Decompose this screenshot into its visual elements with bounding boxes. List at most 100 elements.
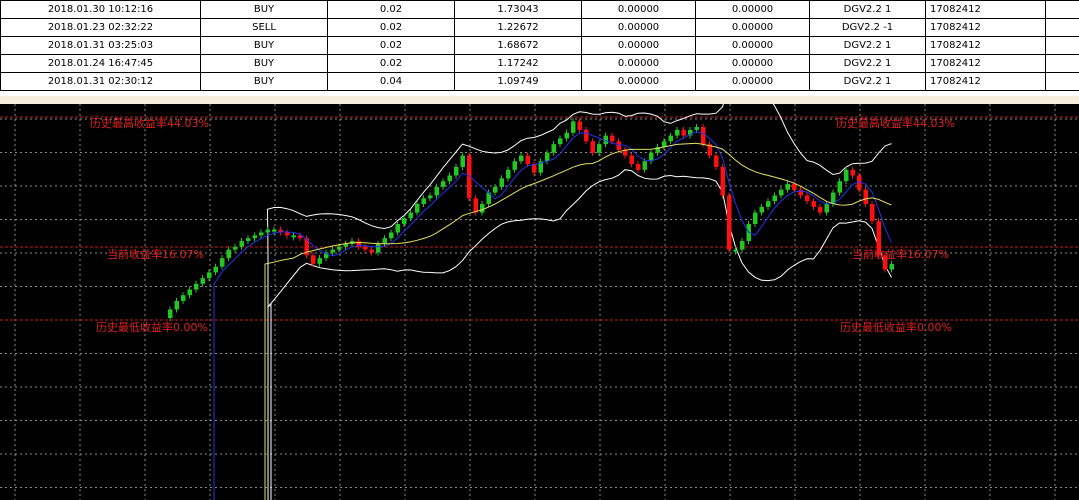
cell-sl: 0.00000	[581, 0, 696, 19]
candle-bull	[272, 229, 277, 232]
cell-comment: DGV2.2 1	[809, 72, 926, 91]
current-return-label-right: 当前收益率16.07%	[852, 247, 949, 261]
candle-bull	[337, 246, 342, 250]
candle-bull	[252, 235, 257, 239]
cell-id: 17082412	[925, 18, 1046, 37]
ma-yellow-line	[264, 142, 892, 500]
cell-type: BUY	[200, 36, 328, 55]
cell-id: 17082412	[925, 0, 1046, 19]
cell-size: 0.02	[327, 0, 455, 19]
candle-bull	[265, 229, 270, 233]
cell-price: 1.09749	[454, 72, 582, 91]
candle-bull	[441, 181, 446, 187]
candle-bear	[584, 129, 589, 142]
candle-bear	[727, 195, 732, 250]
candle-bear	[720, 166, 725, 196]
cell-tp: 0.00000	[695, 0, 810, 19]
candle-bear	[811, 201, 816, 207]
table-row[interactable]: 2018.01.31 03:25:03 BUY 0.02 1.68672 0.00000…	[0, 36, 1079, 55]
candle-bull	[395, 223, 400, 233]
candle-bear	[636, 164, 641, 170]
candle-bear	[863, 189, 868, 204]
candle-bull	[668, 135, 673, 142]
current-return-label-left: 当前收益率16.07%	[107, 247, 204, 261]
band-upper-line	[266, 104, 892, 500]
price-chart[interactable]: 历史最高收益率44.03% 历史最高收益率44.03% 当前收益率16.07% …	[0, 104, 1079, 500]
cell-comment: DGV2.2 1	[809, 54, 926, 73]
candle-bear	[714, 155, 719, 167]
candle-bull	[408, 212, 413, 219]
candle-bull	[220, 258, 225, 267]
candle-bull	[844, 169, 849, 182]
candle-bull	[766, 201, 771, 207]
candle-bear	[850, 169, 855, 176]
candle-bull	[480, 204, 485, 213]
cell-price: 1.22672	[454, 18, 582, 37]
cell-comment: DGV2.2 1	[809, 36, 926, 55]
candle-bull	[545, 152, 550, 162]
max-return-label-right: 历史最高收益率44.03%	[836, 116, 955, 130]
cell-empty	[1045, 18, 1079, 37]
cell-comment: DGV2.2 1	[809, 0, 926, 19]
candle-bull	[824, 204, 829, 213]
candle-bull	[642, 161, 647, 170]
candle-bull	[564, 132, 569, 139]
cell-sl: 0.00000	[581, 18, 696, 37]
table-row[interactable]: 2018.01.24 16:47:45 BUY 0.02 1.17242 0.00000…	[0, 54, 1079, 73]
candle-bull	[785, 184, 790, 190]
candle-bear	[818, 206, 823, 213]
candle-bull	[675, 129, 680, 136]
candle-bull	[428, 195, 433, 199]
candle-bear	[870, 204, 875, 222]
cell-type: BUY	[200, 72, 328, 91]
candle-bear	[577, 121, 582, 130]
cell-time: 2018.01.23 02:32:22	[0, 18, 201, 37]
chart-canvas[interactable]: 历史最高收益率44.03% 历史最高收益率44.03% 当前收益率16.07% …	[0, 104, 1079, 500]
candle-bull	[376, 243, 381, 253]
candle-bull	[402, 218, 407, 224]
candle-bull	[460, 155, 465, 167]
table-row[interactable]: 2018.01.30 10:12:16 BUY 0.02 1.73043 0.00000…	[0, 0, 1079, 19]
candle-bull	[753, 212, 758, 224]
cell-empty	[1045, 54, 1079, 73]
cell-id: 17082412	[925, 36, 1046, 55]
candle-bull	[421, 198, 426, 204]
cell-size: 0.02	[327, 18, 455, 37]
candle-bull	[597, 144, 602, 153]
candle-bull	[174, 300, 179, 310]
candle-bear	[805, 195, 810, 202]
cell-type: BUY	[200, 54, 328, 73]
candle-bull	[181, 295, 186, 301]
candle-bull	[200, 278, 205, 284]
table-row[interactable]: 2018.01.31 02:30:12 BUY 0.04 1.09749 0.00000…	[0, 72, 1079, 91]
candle-bull	[512, 161, 517, 170]
candle-bear	[311, 255, 316, 264]
candle-bull	[207, 272, 212, 279]
cell-type: SELL	[200, 18, 328, 37]
candle-bull	[889, 263, 894, 270]
cell-comment: DGV2.2 -1	[809, 18, 926, 37]
return-level-labels: 历史最高收益率44.03% 历史最高收益率44.03% 当前收益率16.07% …	[90, 116, 955, 334]
min-return-label-right: 历史最低收益率0.00%	[840, 320, 952, 334]
candle-bull	[499, 178, 504, 187]
candle-bear	[610, 135, 615, 142]
candle-bull	[233, 246, 238, 250]
candle-bull	[733, 249, 738, 252]
candle-bull	[694, 127, 699, 130]
cell-time: 2018.01.30 10:12:16	[0, 0, 201, 19]
trade-history-table: 2018.01.30 10:12:16 BUY 0.02 1.73043 0.00000…	[0, 0, 1079, 96]
candle-bull	[434, 186, 439, 196]
cell-empty	[1045, 36, 1079, 55]
max-return-label-left: 历史最高收益率44.03%	[90, 116, 209, 130]
candle-bull	[837, 181, 842, 193]
candle-bull	[259, 232, 264, 236]
cell-price: 1.17242	[454, 54, 582, 73]
cell-id: 17082412	[925, 72, 1046, 91]
cell-sl: 0.00000	[581, 54, 696, 73]
candle-bull	[454, 166, 459, 176]
candle-bull	[506, 169, 511, 179]
min-return-label-left: 历史最低收益率0.00%	[96, 320, 208, 334]
table-row[interactable]: 2018.01.23 02:32:22 SELL 0.02 1.22672 0.0000…	[0, 18, 1079, 37]
candle-bull	[779, 189, 784, 196]
candle-bull	[246, 238, 251, 242]
